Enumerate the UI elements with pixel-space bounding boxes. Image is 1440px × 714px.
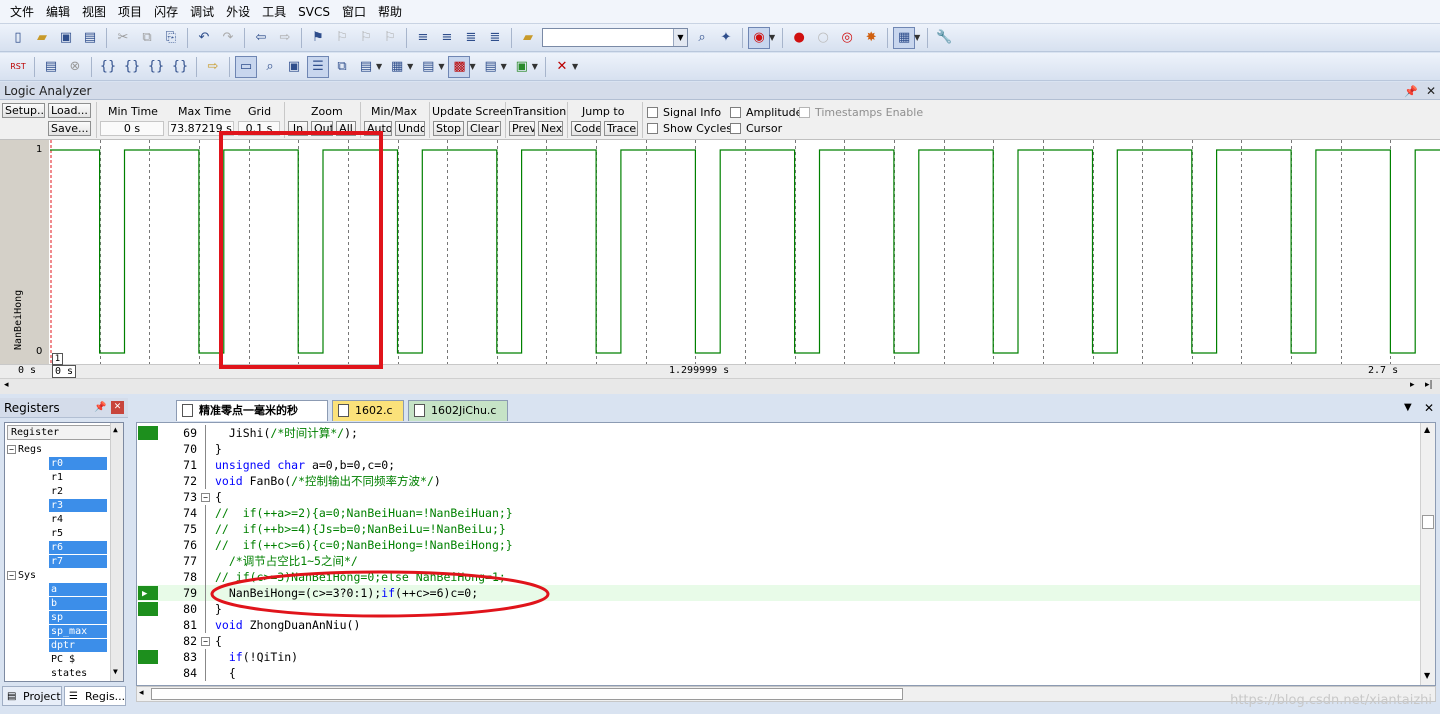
annotation-layer (210, 131, 550, 618)
annotation-ellipse (210, 570, 550, 618)
annotation-rectangle (219, 131, 383, 369)
